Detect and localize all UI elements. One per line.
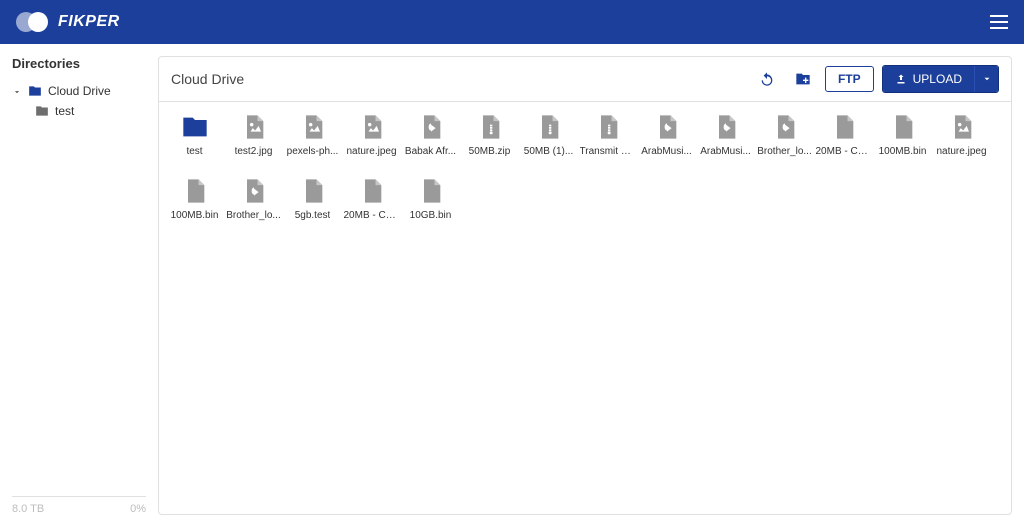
breadcrumb[interactable]: Cloud Drive [171, 71, 244, 87]
upload-button[interactable]: UPLOAD [883, 66, 974, 92]
menu-icon[interactable] [990, 15, 1008, 29]
upload-caret[interactable] [974, 66, 998, 92]
file-label: nature.jpeg [346, 146, 396, 157]
sidebar-item-label: Cloud Drive [48, 84, 111, 98]
brand-logo[interactable]: FIKPER [16, 11, 120, 33]
file-item[interactable]: 5gb.test [283, 176, 342, 232]
file-item[interactable]: pexels-ph... [283, 112, 342, 168]
audio-icon [417, 112, 445, 142]
upload-split-button: UPLOAD [882, 65, 999, 93]
file-label: 100MB.bin [171, 210, 219, 221]
file-item[interactable]: 50MB.zip [460, 112, 519, 168]
folder-icon [34, 104, 50, 118]
chevron-down-icon [12, 86, 22, 96]
logo-icon [16, 11, 52, 33]
file-item[interactable]: ArabMusi... [696, 112, 755, 168]
storage-pct: 0% [130, 503, 146, 515]
file-label: 5gb.test [295, 210, 331, 221]
app-header: FIKPER [0, 0, 1024, 44]
sidebar-item-test[interactable]: test [12, 101, 146, 121]
image-icon [358, 112, 386, 142]
file-grid: test test2.jpg pexels-ph... nature.jpeg Baba… [159, 102, 1011, 514]
upload-icon [895, 73, 907, 85]
file-label: Babak Afr... [405, 146, 456, 157]
file-label: 100MB.bin [879, 146, 927, 157]
file-label: 50MB.zip [469, 146, 511, 157]
file-label: 50MB (1)... [524, 146, 573, 157]
file-label: 20MB - Co... [344, 210, 400, 221]
file-label: 10GB.bin [410, 210, 452, 221]
file-label: test2.jpg [235, 146, 273, 157]
file-item[interactable]: 20MB - Co... [814, 112, 873, 168]
file-label: 20MB - Co... [816, 146, 872, 157]
file-item[interactable]: ArabMusi... [637, 112, 696, 168]
audio-icon [771, 112, 799, 142]
ftp-button[interactable]: FTP [825, 66, 874, 92]
brand-name: FIKPER [58, 13, 120, 31]
file-label: nature.jpeg [936, 146, 986, 157]
file-label: Brother_lo... [757, 146, 811, 157]
file-item[interactable]: 20MB - Co... [342, 176, 401, 232]
file-icon [830, 112, 858, 142]
file-item[interactable]: Brother_lo... [755, 112, 814, 168]
sidebar-title: Directories [12, 56, 146, 71]
upload-label: UPLOAD [913, 72, 962, 86]
sidebar-item-label: test [55, 104, 74, 118]
zip-icon [476, 112, 504, 142]
file-icon [181, 176, 209, 206]
file-panel: Cloud Drive FTP UPLOAD test test2.jpg pexe… [158, 56, 1012, 515]
file-item[interactable]: 100MB.bin [165, 176, 224, 232]
file-item[interactable]: nature.jpeg [342, 112, 401, 168]
storage-used: 8.0 TB [12, 503, 44, 515]
new-folder-button[interactable] [789, 65, 817, 93]
toolbar: Cloud Drive FTP UPLOAD [159, 57, 1011, 102]
file-item[interactable]: Brother_lo... [224, 176, 283, 232]
file-item[interactable]: test2.jpg [224, 112, 283, 168]
file-label: pexels-ph... [287, 146, 339, 157]
folder-icon [181, 112, 209, 142]
file-icon [358, 176, 386, 206]
zip-icon [594, 112, 622, 142]
image-icon [299, 112, 327, 142]
image-icon [240, 112, 268, 142]
storage-indicator: 8.0 TB 0% [12, 496, 146, 515]
directory-tree: Cloud Drive test [12, 81, 146, 496]
directories-sidebar: Directories Cloud Drive test 8.0 TB 0% [12, 56, 146, 515]
file-icon [417, 176, 445, 206]
file-item[interactable]: nature.jpeg [932, 112, 991, 168]
image-icon [948, 112, 976, 142]
audio-icon [712, 112, 740, 142]
file-item[interactable]: test [165, 112, 224, 168]
audio-icon [240, 176, 268, 206]
file-label: Brother_lo... [226, 210, 280, 221]
file-label: ArabMusi... [641, 146, 692, 157]
refresh-button[interactable] [753, 65, 781, 93]
file-label: Transmit S... [580, 146, 636, 157]
file-item[interactable]: Babak Afr... [401, 112, 460, 168]
folder-icon [27, 84, 43, 98]
file-label: ArabMusi... [700, 146, 751, 157]
file-item[interactable]: Transmit S... [578, 112, 637, 168]
file-icon [889, 112, 917, 142]
file-item[interactable]: 50MB (1)... [519, 112, 578, 168]
zip-icon [535, 112, 563, 142]
file-item[interactable]: 100MB.bin [873, 112, 932, 168]
file-icon [299, 176, 327, 206]
file-item[interactable]: 10GB.bin [401, 176, 460, 232]
file-label: test [186, 146, 202, 157]
sidebar-item-cloud-drive[interactable]: Cloud Drive [12, 81, 146, 101]
audio-icon [653, 112, 681, 142]
